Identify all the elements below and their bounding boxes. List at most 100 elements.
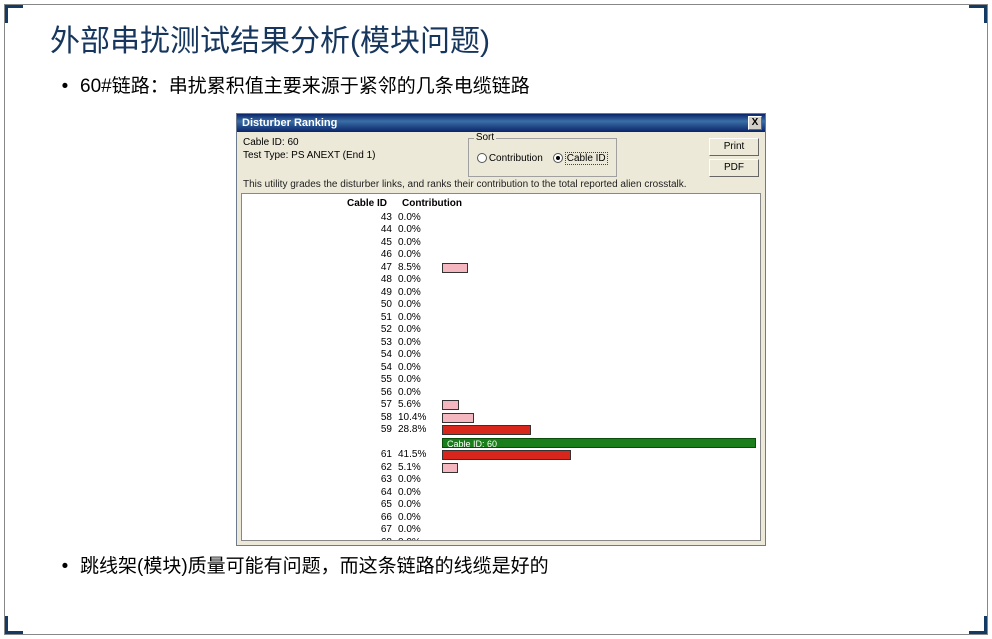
column-header-contrib: Contribution — [402, 198, 462, 209]
test-type-label: Test Type: PS ANEXT (End 1) — [243, 149, 375, 162]
row-contribution: 0.0% — [398, 524, 438, 535]
contribution-bar — [442, 413, 474, 423]
row-contribution: 0.0% — [398, 512, 438, 523]
row-contribution: 0.0% — [398, 212, 438, 223]
chart-row: 68 0.0% — [242, 537, 760, 541]
chart-row: 670.0% — [242, 524, 760, 537]
row-contribution: 5.1% — [398, 462, 438, 473]
row-cable-id: 45 — [242, 237, 392, 248]
chart-row: 54 0.0% — [242, 349, 760, 362]
chart-row: 46 0.0% — [242, 249, 760, 262]
row-contribution: 0.0% — [398, 274, 438, 285]
row-cable-id: 68 — [242, 537, 392, 541]
chart-row: 64 0.0% — [242, 487, 760, 500]
pdf-button[interactable]: PDF — [709, 159, 759, 177]
row-cable-id: 65 — [242, 499, 392, 510]
row-contribution: 0.0% — [398, 287, 438, 298]
chart-row: 57 5.6% — [242, 399, 760, 412]
row-cable-id: 62 — [242, 462, 392, 473]
row-cable-id: 55 — [242, 374, 392, 385]
row-cable-id: 57 — [242, 399, 392, 410]
row-cable-id: 59 — [242, 424, 392, 435]
dialog-titlebar[interactable]: Disturber Ranking X — [237, 114, 765, 132]
chart-row: 62 5.1% — [242, 462, 760, 475]
dialog-title: Disturber Ranking — [242, 117, 337, 129]
contribution-bar — [442, 263, 468, 273]
radio-label: Cable ID — [565, 152, 608, 165]
row-contribution: 8.5% — [398, 262, 438, 273]
radio-icon — [553, 153, 563, 163]
chart-row: 48 0.0% — [242, 274, 760, 287]
bullet-marker: • — [50, 554, 80, 581]
chart-row: 510.0% — [242, 312, 760, 325]
chart-row: 5928.8% — [242, 424, 760, 437]
radio-icon — [477, 153, 487, 163]
chart-row: 66 0.0% — [242, 512, 760, 525]
chart-row: 45 0.0% — [242, 237, 760, 250]
row-contribution: 0.0% — [398, 224, 438, 235]
row-cable-id: 47 — [242, 262, 392, 273]
dialog-description: This utility grades the disturber links,… — [237, 179, 765, 193]
row-contribution: 0.0% — [398, 237, 438, 248]
slide-title: 外部串扰测试结果分析(模块问题) — [50, 16, 952, 60]
row-cable-id: 56 — [242, 387, 392, 398]
corner-decor — [969, 616, 987, 634]
chart-row: 58 10.4% — [242, 412, 760, 425]
row-cable-id: 46 — [242, 249, 392, 260]
row-cable-id: 53 — [242, 337, 392, 348]
row-cable-id: 61 — [242, 449, 392, 460]
sort-groupbox: Sort Contribution Cable ID — [468, 138, 617, 177]
row-contribution: 0.0% — [398, 324, 438, 335]
chart-row: 55 0.0% — [242, 374, 760, 387]
chart-row: 49 0.0% — [242, 287, 760, 300]
bullet-marker: • — [50, 74, 80, 101]
row-cable-id: 54 — [242, 362, 392, 373]
row-contribution: 5.6% — [398, 399, 438, 410]
chart-row: 43 0.0% — [242, 212, 760, 225]
radio-label: Contribution — [489, 153, 543, 164]
chart-row: 6141.5% — [242, 449, 760, 462]
row-cable-id: 64 — [242, 487, 392, 498]
sort-cableid-radio[interactable]: Cable ID — [553, 152, 608, 165]
row-cable-id: 58 — [242, 412, 392, 423]
row-cable-id: 49 — [242, 287, 392, 298]
corner-decor — [5, 5, 23, 23]
print-button[interactable]: Print — [709, 138, 759, 156]
row-contribution: 0.0% — [398, 487, 438, 498]
bullet-text: 60#链路：串扰累积值主要来源于紧邻的几条电缆链路 — [80, 74, 530, 101]
row-contribution: 0.0% — [398, 312, 438, 323]
row-cable-id: 66 — [242, 512, 392, 523]
row-cable-id: 50 — [242, 299, 392, 310]
contribution-bar — [442, 450, 571, 460]
row-contribution: 0.0% — [398, 374, 438, 385]
chart-row: 65 0.0% — [242, 499, 760, 512]
chart-row: 47 8.5% — [242, 262, 760, 275]
row-cable-id: 52 — [242, 324, 392, 335]
chart-row: 50 0.0% — [242, 299, 760, 312]
row-contribution: 0.0% — [398, 474, 438, 485]
cable-id-label: Cable ID: 60 — [243, 136, 375, 149]
sort-legend: Sort — [474, 132, 496, 143]
row-cable-id: 48 — [242, 274, 392, 285]
row-contribution: 10.4% — [398, 412, 438, 423]
row-cable-id: 44 — [242, 224, 392, 235]
row-contribution: 0.0% — [398, 387, 438, 398]
row-cable-id: 63 — [242, 474, 392, 485]
bullet-text: 跳线架(模块)质量可能有问题，而这条链路的线缆是好的 — [80, 554, 549, 581]
row-cable-id: 54 — [242, 349, 392, 360]
chart-row: 52 0.0% — [242, 324, 760, 337]
chart-row: 540.0% — [242, 362, 760, 375]
corner-decor — [969, 5, 987, 23]
ranking-chart: Cable ID Contribution 43 0.0% 44 0.0% 45 0.0%… — [241, 193, 761, 541]
row-contribution: 0.0% — [398, 499, 438, 510]
chart-row: 56 0.0% — [242, 387, 760, 400]
contribution-bar — [442, 400, 459, 410]
row-contribution: 0.0% — [398, 299, 438, 310]
row-cable-id: 43 — [242, 212, 392, 223]
column-header-id: Cable ID — [347, 198, 387, 209]
row-contribution: 0.0% — [398, 249, 438, 260]
row-contribution: 0.0% — [398, 349, 438, 360]
sort-contribution-radio[interactable]: Contribution — [477, 153, 543, 164]
close-button[interactable]: X — [748, 116, 762, 130]
row-contribution: 0.0% — [398, 537, 438, 541]
